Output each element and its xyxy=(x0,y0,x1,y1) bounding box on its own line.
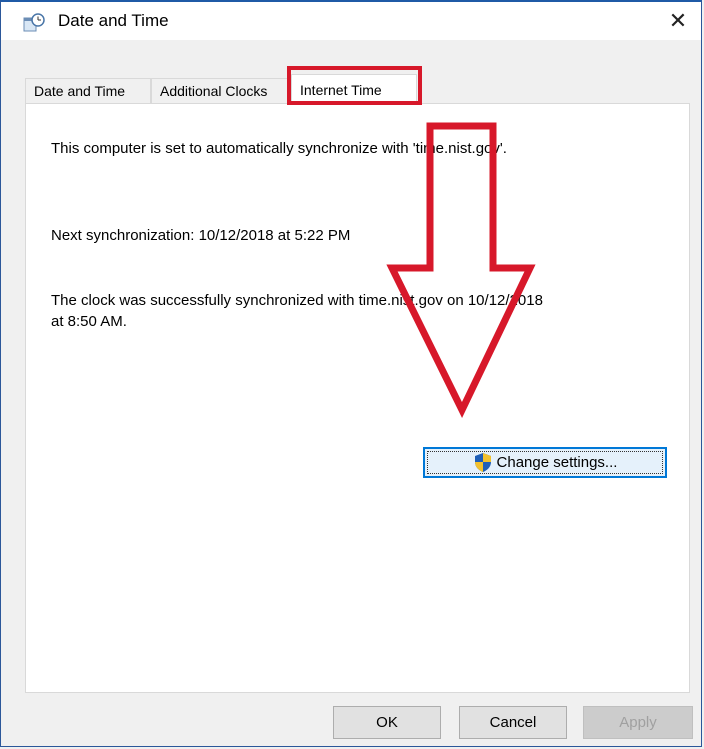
next-sync-text: Next synchronization: 10/12/2018 at 5:22… xyxy=(51,227,351,244)
ok-button[interactable]: OK xyxy=(333,706,441,739)
internet-time-panel: This computer is set to automatically sy… xyxy=(25,103,690,693)
apply-label: Apply xyxy=(619,714,657,731)
close-icon: ✕ xyxy=(668,8,688,33)
sync-message: This computer is set to automatically sy… xyxy=(51,140,507,157)
tab-label: Additional Clocks xyxy=(160,83,268,99)
last-sync-text: The clock was successfully synchronized … xyxy=(51,292,543,309)
date-time-dialog: Date and Time ✕ Date and Time Additional… xyxy=(0,0,702,747)
cancel-label: Cancel xyxy=(489,714,537,731)
tab-additional-clocks[interactable]: Additional Clocks xyxy=(151,78,289,103)
last-sync-text-cont: at 8:50 AM. xyxy=(51,313,127,330)
title-bar: Date and Time ✕ xyxy=(1,2,701,40)
ok-label: OK xyxy=(376,714,398,731)
close-button[interactable]: ✕ xyxy=(655,2,701,40)
clock-icon xyxy=(23,13,45,33)
window-title: Date and Time xyxy=(58,11,169,30)
cancel-button[interactable]: Cancel xyxy=(459,706,567,739)
tab-internet-time[interactable]: Internet Time xyxy=(291,74,417,105)
tab-label: Internet Time xyxy=(300,82,382,98)
tab-date-and-time[interactable]: Date and Time xyxy=(25,78,151,103)
apply-button[interactable]: Apply xyxy=(583,706,693,739)
change-settings-button[interactable]: Change settings... xyxy=(423,447,667,478)
uac-shield-icon xyxy=(473,452,493,473)
tab-label: Date and Time xyxy=(34,83,126,99)
